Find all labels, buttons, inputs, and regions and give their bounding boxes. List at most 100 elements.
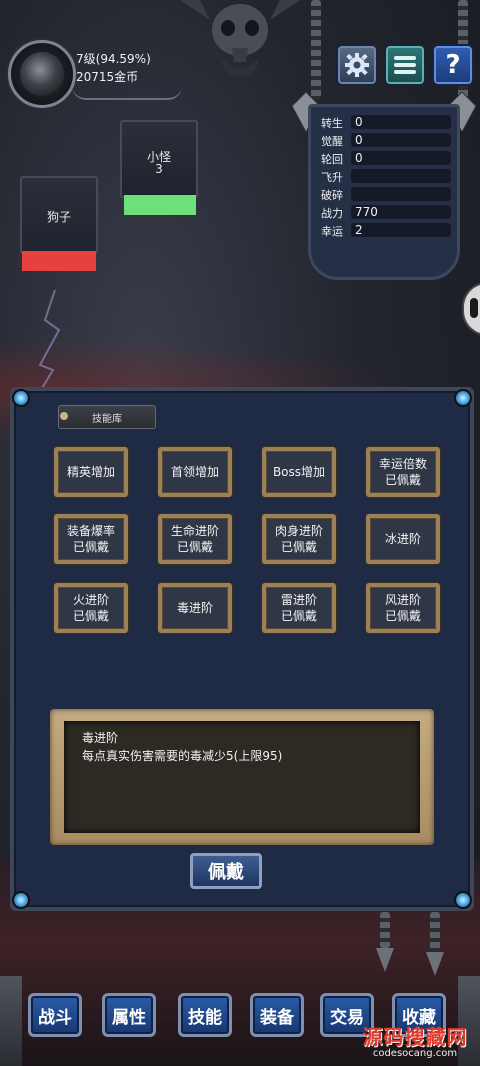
enemy-card-dog[interactable]: 狗子: [20, 176, 98, 254]
avatar-portrait: [20, 52, 64, 96]
stat-bar: [351, 151, 451, 165]
stat-value: 770: [355, 205, 378, 219]
skill-status: 已佩戴: [280, 540, 317, 554]
skill-status: 已佩戴: [280, 609, 317, 623]
corner-gem-icon: [12, 891, 30, 909]
tab-attributes[interactable]: 属性: [102, 993, 156, 1037]
player-ornament: [72, 86, 182, 100]
side-tab[interactable]: [462, 282, 480, 336]
stat-row-luck: 幸运 2: [321, 223, 451, 238]
spike-lower-left-icon: [376, 948, 394, 972]
stats-panel: 转生 0 觉醒 0 轮回 0 飞升 破碎 战力 770 幸运 2: [308, 104, 460, 280]
skill-status: 已佩戴: [176, 540, 213, 554]
skill-button[interactable]: 火进阶 已佩戴: [54, 583, 128, 633]
tab-battle[interactable]: 战斗: [28, 993, 82, 1037]
pin-icon: [60, 412, 68, 420]
skill-description-body: 毒进阶 每点真实伤害需要的毒减少5(上限95): [64, 721, 420, 833]
settings-button[interactable]: [336, 44, 378, 86]
skill-name: 风进阶: [384, 593, 421, 607]
skill-button[interactable]: Boss增加: [262, 447, 336, 497]
spike-lower-right-icon: [426, 952, 444, 976]
corner-gem-icon: [454, 891, 472, 909]
skull-ornament: [180, 0, 300, 77]
skill-name: 冰进阶: [384, 532, 421, 546]
help-button[interactable]: ?: [432, 44, 474, 86]
chain-lower-left: [380, 912, 390, 948]
stat-label: 觉醒: [321, 135, 343, 148]
skill-status: 已佩戴: [72, 609, 109, 623]
skill-button[interactable]: 冰进阶: [366, 514, 440, 564]
lightning-decoration: [34, 290, 61, 400]
tab-equipment[interactable]: 装备: [250, 993, 304, 1037]
skill-library-title: 技能库: [58, 405, 156, 429]
tab-skills[interactable]: 技能: [178, 993, 232, 1037]
skill-name: 首领增加: [170, 465, 219, 479]
equip-button[interactable]: 佩戴: [190, 853, 262, 889]
skill-button[interactable]: 生命进阶 已佩戴: [158, 514, 232, 564]
skill-name: 火进阶: [72, 593, 109, 607]
skill-button[interactable]: 首领增加: [158, 447, 232, 497]
skill-button-selected[interactable]: 毒进阶: [158, 583, 232, 633]
corner-gem-icon: [454, 389, 472, 407]
chain-lower-right: [430, 912, 440, 952]
skill-button[interactable]: 风进阶 已佩戴: [366, 583, 440, 633]
list-icon: [394, 56, 416, 74]
stat-row-reincarnation: 轮回 0: [321, 151, 451, 166]
enemy-name: 狗子: [46, 210, 71, 224]
skill-button[interactable]: 装备爆率 已佩戴: [54, 514, 128, 564]
stat-bar: [351, 169, 451, 183]
stat-label: 转生: [321, 117, 343, 130]
player-level: 7级(94.59%): [76, 52, 151, 66]
skill-description-scroll: 毒进阶 每点真实伤害需要的毒减少5(上限95): [50, 709, 434, 845]
stat-label: 幸运: [321, 225, 343, 238]
stat-row-power: 战力 770: [321, 205, 451, 220]
skill-name: 雷进阶: [280, 593, 317, 607]
skill-status: 已佩戴: [384, 609, 421, 623]
stat-label: 轮回: [321, 153, 343, 166]
stat-label: 战力: [321, 207, 343, 220]
stat-bar: [351, 223, 451, 237]
menu-button[interactable]: [384, 44, 426, 86]
stat-row-shatter: 破碎: [321, 187, 451, 202]
watermark: 源码搜藏网 codesocang.com: [352, 1026, 478, 1064]
enemy-hp-bar-dog: [22, 251, 96, 271]
skill-name: 幸运倍数: [378, 457, 427, 471]
skill-description-text: 每点真实伤害需要的毒减少5(上限95): [82, 749, 283, 763]
skill-button[interactable]: 幸运倍数 已佩戴: [366, 447, 440, 497]
watermark-sub: codesocang.com: [372, 1048, 458, 1059]
skill-library-panel: 技能库 精英增加 首领增加 Boss增加 幸运倍数 已佩戴 装备爆率 已佩戴 生…: [10, 387, 474, 911]
skill-name: 装备爆率: [66, 524, 115, 538]
stat-row-ascend: 飞升: [321, 169, 451, 184]
chain-left: [311, 0, 321, 100]
skill-status: 已佩戴: [72, 540, 109, 554]
skill-button[interactable]: 雷进阶 已佩戴: [262, 583, 336, 633]
stat-value: 0: [355, 115, 363, 129]
skill-button[interactable]: 精英增加: [54, 447, 128, 497]
skill-status: 已佩戴: [384, 473, 421, 487]
enemy-count: 3: [155, 162, 163, 176]
player-gold: 20715金币: [76, 70, 139, 84]
stat-value: 2: [355, 223, 363, 237]
stat-value: 0: [355, 151, 363, 165]
gear-icon: [345, 53, 369, 77]
player-avatar[interactable]: [8, 40, 76, 108]
stat-bar: [351, 187, 451, 201]
skill-name: 肉身进阶: [274, 524, 323, 538]
stat-bar: [351, 133, 451, 147]
skill-name: 毒进阶: [176, 601, 213, 615]
skill-name: Boss增加: [272, 465, 326, 479]
stat-row-rebirth: 转生 0: [321, 115, 451, 130]
stat-label: 破碎: [321, 189, 343, 202]
corner-gem-icon: [12, 389, 30, 407]
help-icon: ?: [445, 50, 461, 80]
stat-row-awaken: 觉醒 0: [321, 133, 451, 148]
watermark-main: 源码搜藏网: [362, 1025, 468, 1049]
skill-button[interactable]: 肉身进阶 已佩戴: [262, 514, 336, 564]
stat-bar: [351, 115, 451, 129]
stat-value: 0: [355, 133, 363, 147]
stat-label: 飞升: [321, 171, 343, 184]
skill-name: 生命进阶: [170, 524, 219, 538]
enemy-hp-bar-minion: [124, 195, 196, 215]
enemy-card-minion[interactable]: 小怪 3: [120, 120, 198, 198]
skill-description-title: 毒进阶: [82, 731, 119, 745]
